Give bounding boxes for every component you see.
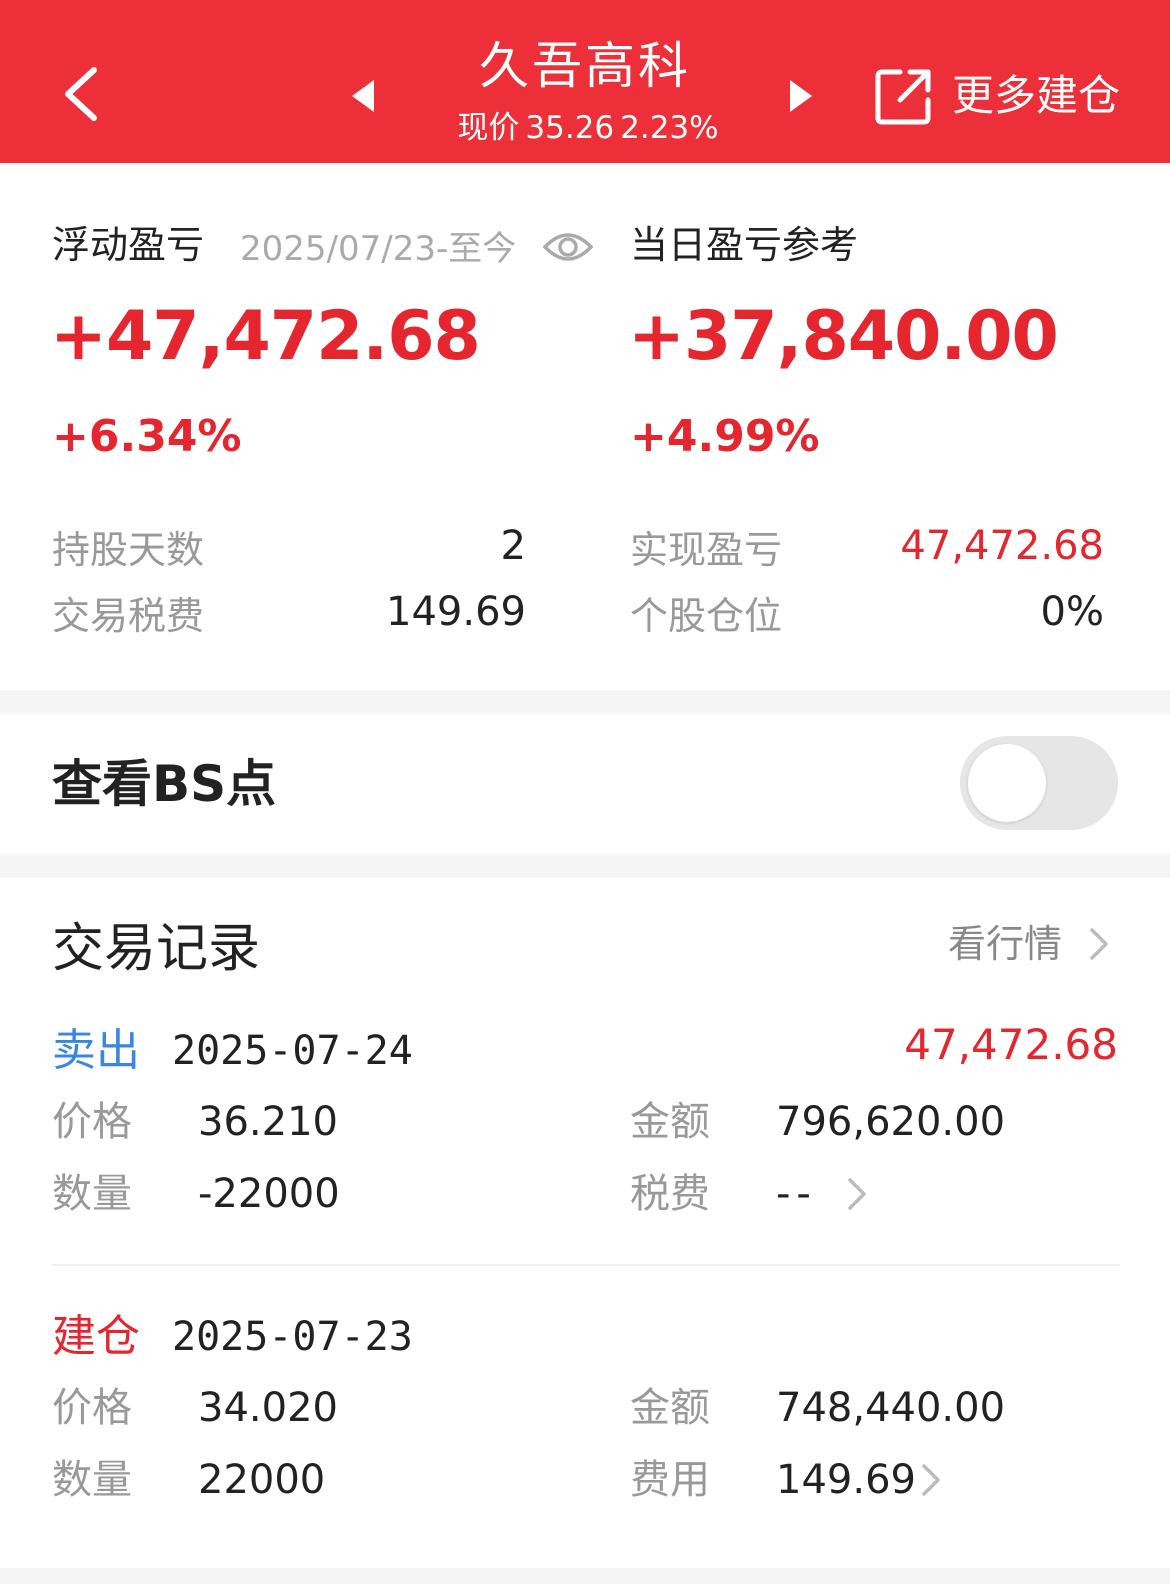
qty-label: 数量 xyxy=(52,1171,132,1217)
current-price: 35.26 xyxy=(525,110,615,146)
record-date: 2025-07-23 xyxy=(172,1314,413,1360)
toggle-knob xyxy=(968,744,1046,822)
more-positions-button[interactable]: 更多建仓 xyxy=(952,70,1120,122)
chevron-right-icon[interactable] xyxy=(920,1462,942,1498)
pl-summary-card: 浮动盈亏 2025/07/23-至今 当日盈亏参考 +47,472.68 +37… xyxy=(0,163,1170,690)
bs-points-row: 查看BS点 xyxy=(0,714,1170,854)
eye-icon[interactable] xyxy=(542,225,594,269)
record-type-open: 建仓 xyxy=(52,1311,140,1362)
price-line: 现价 35.26 2.23% xyxy=(380,108,790,148)
record-pl: 47,472.68 xyxy=(904,1020,1118,1069)
price-value: 34.020 xyxy=(198,1385,338,1431)
amount-label: 金额 xyxy=(630,1099,710,1145)
realized-pl-value: 47,472.68 xyxy=(900,523,1104,569)
floating-pl-pct: +6.34% xyxy=(52,411,242,462)
hold-days-value: 2 xyxy=(500,523,526,569)
price-value: 36.210 xyxy=(198,1099,338,1145)
date-range: 2025/07/23-至今 xyxy=(240,229,517,269)
price-label: 现价 xyxy=(457,110,520,146)
tax-value: -- xyxy=(776,1171,817,1217)
floating-pl-value: +47,472.68 xyxy=(50,297,481,376)
amount-value: 796,620.00 xyxy=(776,1099,1006,1145)
daily-pl-pct: +4.99% xyxy=(630,411,820,462)
hold-days-label: 持股天数 xyxy=(52,528,205,572)
records-title: 交易记录 xyxy=(52,919,261,979)
price-change: 2.23% xyxy=(620,110,719,146)
chevron-right-icon[interactable] xyxy=(846,1176,868,1212)
daily-pl-value: +37,840.00 xyxy=(628,297,1059,376)
qty-value: 22000 xyxy=(198,1457,326,1503)
share-icon[interactable] xyxy=(874,66,934,126)
tax-label: 税费 xyxy=(630,1171,710,1217)
header-bar: 久吾高科 现价 35.26 2.23% 更多建仓 xyxy=(0,0,1170,163)
prev-triangle-icon[interactable] xyxy=(348,78,378,114)
next-triangle-icon[interactable] xyxy=(786,78,816,114)
daily-pl-label: 当日盈亏参考 xyxy=(630,223,859,267)
price-label: 价格 xyxy=(52,1099,132,1145)
qty-label: 数量 xyxy=(52,1457,132,1503)
price-label: 价格 xyxy=(52,1385,132,1431)
bs-points-toggle[interactable] xyxy=(960,736,1118,830)
fee-value: 149.69 xyxy=(776,1457,916,1503)
view-market-link[interactable]: 看行情 xyxy=(948,918,1062,970)
stock-name: 久吾高科 xyxy=(479,37,691,95)
fees-label: 交易税费 xyxy=(52,594,205,638)
amount-label: 金额 xyxy=(630,1385,710,1431)
record-type-sell: 卖出 xyxy=(52,1025,140,1076)
realized-pl-label: 实现盈亏 xyxy=(630,528,783,572)
position-label: 个股仓位 xyxy=(630,594,783,638)
position-value: 0% xyxy=(1040,589,1104,635)
bs-points-label: 查看BS点 xyxy=(52,755,277,813)
record-date: 2025-07-24 xyxy=(172,1028,413,1074)
amount-value: 748,440.00 xyxy=(776,1385,1006,1431)
back-arrow-icon[interactable] xyxy=(58,64,108,124)
fee-label: 费用 xyxy=(630,1457,710,1503)
qty-value: -22000 xyxy=(198,1171,340,1217)
floating-pl-label: 浮动盈亏 xyxy=(52,223,205,267)
trade-records-card: 交易记录 看行情 卖出 2025-07-24 47,472.68 价格 36.2… xyxy=(0,878,1170,1568)
record-divider xyxy=(52,1264,1120,1266)
fees-value: 149.69 xyxy=(386,589,526,635)
chevron-right-icon[interactable] xyxy=(1088,926,1110,962)
